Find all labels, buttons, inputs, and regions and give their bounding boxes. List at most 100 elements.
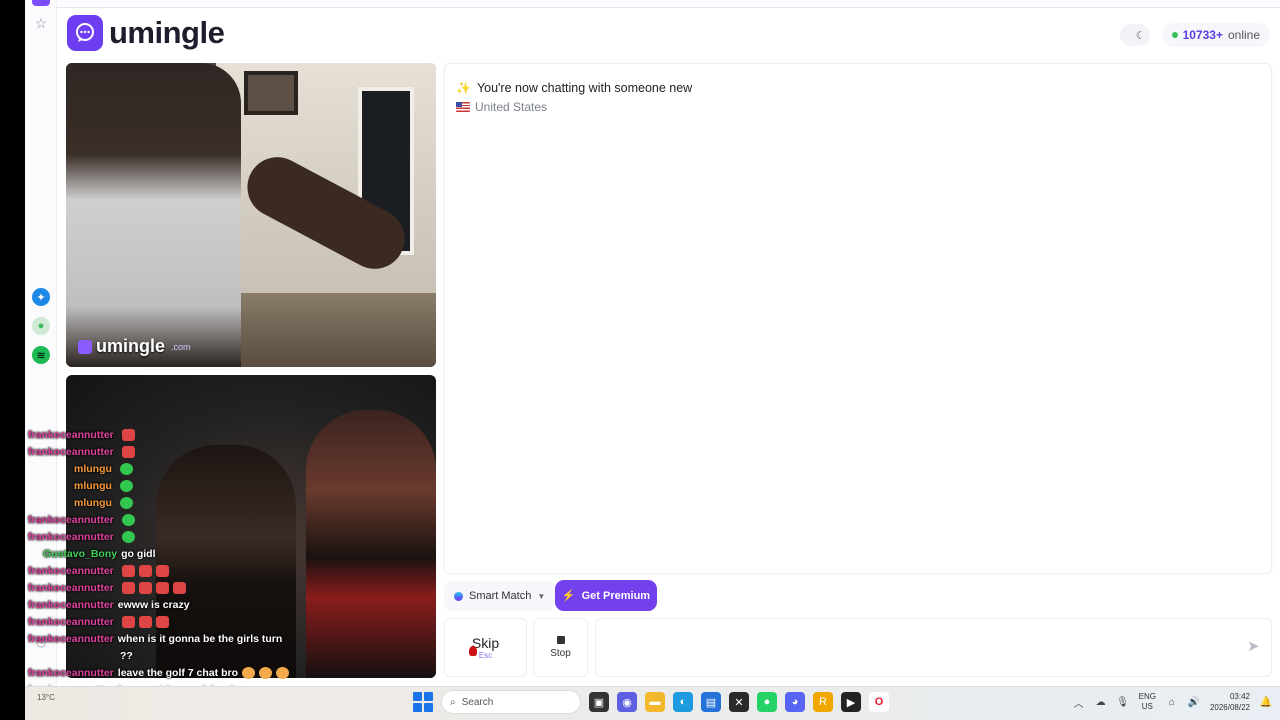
stream-chat-message: go gidl (121, 547, 156, 560)
stranger-video: umingle .com (66, 63, 436, 367)
language-indicator[interactable]: ENG US (1139, 692, 1156, 712)
messenger-icon[interactable]: ✦ (32, 288, 50, 306)
microphone-icon[interactable]: 🎙 (1116, 696, 1129, 708)
clock-date: 2026/08/22 (1209, 703, 1250, 712)
stream-chat-username: frankoceannutter (28, 445, 114, 458)
skip-button[interactable]: Skip Esc (444, 618, 527, 677)
stream-chat-username: frankoceannutter (28, 598, 114, 611)
stream-chat-line: frankoceannutter leave the golf 7 chat br… (28, 664, 328, 681)
stream-chat-username: mlungu (74, 479, 112, 492)
file-explorer-icon[interactable]: ▬ (645, 692, 665, 712)
stream-chat-line: frankoceannutter (28, 426, 328, 443)
stream-chat-username: frankoceannutter (28, 564, 114, 577)
discord-icon[interactable]: ◕ (785, 692, 805, 712)
teams-icon[interactable]: ◉ (617, 692, 637, 712)
stream-chat-line: frankoceannutter (28, 562, 328, 579)
screen: ☆ ✦ ● ≋ ◷ umingle ☾ 10733+ online umingl… (0, 0, 1280, 720)
person (66, 63, 241, 367)
sparkle-icon: ✨ (456, 81, 471, 95)
country-name: United States (475, 100, 548, 114)
emote-icon (121, 445, 135, 458)
header-right: ☾ 10733+ online (1119, 23, 1270, 47)
spotify-icon[interactable]: ≋ (32, 346, 50, 364)
volume-icon[interactable]: 🔊 (1188, 696, 1200, 708)
stream-chat-line: frankoceannutter (28, 443, 328, 460)
weather-widget[interactable]: 13°C (37, 693, 55, 702)
online-dot-icon (1171, 32, 1178, 38)
cloud-icon[interactable]: ☁ (1095, 696, 1107, 708)
chat-panel: ✨ You're now chatting with someone new U… (444, 63, 1272, 574)
taskbar-search[interactable]: ⌕ Search (441, 690, 581, 714)
stop-button[interactable]: Stop (533, 618, 588, 677)
stream-chat-message: leave the golf 7 chat bro (117, 666, 238, 679)
stream-chat-username: mlungu (74, 462, 112, 475)
notification-bell-icon[interactable]: 🔔 (1260, 696, 1272, 708)
stream-chat-line: frankoceannutter (28, 579, 328, 596)
stream-chat-message: ?? (120, 649, 133, 662)
emote-icon (121, 581, 135, 594)
capcut-icon[interactable]: ✕ (729, 692, 749, 712)
emote-icon (121, 564, 135, 577)
emote-icon (121, 615, 135, 628)
stream-chat-username: frankoceannutter (28, 632, 114, 645)
stream-chat-username: frankoceannutter (28, 530, 114, 543)
moon-icon: ☾ (1135, 29, 1146, 42)
store-icon[interactable]: ▤ (701, 692, 721, 712)
message-input[interactable] (595, 618, 1272, 677)
watermark-text: umingle (96, 336, 166, 356)
media-player-icon[interactable]: ▶ (841, 692, 861, 712)
stream-chat-username: frankoceannutter (28, 581, 114, 594)
emote-icon (119, 479, 133, 492)
emote-icon (241, 666, 255, 679)
network-icon[interactable]: ⌂ (1166, 696, 1178, 708)
stream-chat-line: mlungu (28, 460, 328, 477)
site-logo[interactable]: umingle (67, 15, 225, 51)
system-tray: ︿ ☁ 🎙 ENG US ⌂ 🔊 03:42 2026/08/22 🔔 (1073, 691, 1273, 713)
get-premium-button[interactable]: ⚡ Get Premium (555, 580, 657, 611)
mouse-cursor-icon (469, 646, 477, 656)
stream-chat-username: frankoceannutter (28, 428, 114, 441)
stream-chat-username: Gustavo_Bony (43, 547, 118, 560)
whatsapp-icon[interactable]: ● (32, 317, 50, 335)
emote-icon (119, 496, 133, 509)
stream-chat-username: frankoceannutter (28, 615, 114, 628)
chevron-up-icon[interactable]: ︿ (1073, 696, 1085, 710)
star-icon[interactable]: ☆ (32, 14, 50, 32)
rockstar-icon[interactable]: R (813, 692, 833, 712)
windows-taskbar: 13°C ⌕ Search ▣ ◉ ▬ ◐ ▤ ✕ ● ◕ R ▶ O ︿ ☁ … (25, 686, 1280, 720)
chat-bubble-icon (67, 15, 103, 51)
stream-chat-message: ewww is crazy (117, 598, 190, 611)
stream-chat-overlay: frankoceannutter frankoceannutter mlungu ml… (28, 426, 328, 715)
us-flag-icon (456, 102, 470, 112)
emote-icon (155, 615, 169, 628)
stream-chat-line: frankoceannutter when is it gonna be the … (28, 630, 328, 647)
stream-chat-username: frankoceannutter (28, 666, 114, 679)
search-icon: ⌕ (450, 696, 456, 708)
logo-text: umingle (109, 15, 225, 50)
stream-chat-line: frankoceannutter ewww is crazy (28, 596, 328, 613)
edge-icon[interactable]: ◐ (673, 692, 693, 712)
watermark-suffix: .com (171, 341, 191, 352)
opera-icon[interactable]: O (869, 692, 889, 712)
emote-icon (275, 666, 289, 679)
stream-chat-line: mlungu (28, 494, 328, 511)
stream-chat-line: Gustavo_Bony go gidl (28, 545, 328, 562)
smart-match-dropdown[interactable]: Smart Match ▼ (444, 581, 556, 611)
windows-start-icon[interactable] (413, 692, 433, 712)
stream-chat-line: mlungu (28, 477, 328, 494)
theme-toggle[interactable]: ☾ (1119, 24, 1150, 46)
emote-icon (121, 428, 135, 441)
emote-icon (121, 513, 135, 526)
browser-menu-icon[interactable] (32, 0, 50, 6)
bolt-icon: ⚡ (561, 590, 576, 602)
stop-label: Stop (550, 648, 571, 659)
task-view-icon[interactable]: ▣ (589, 692, 609, 712)
video-watermark: umingle .com (78, 336, 191, 357)
emote-icon (155, 581, 169, 594)
clock[interactable]: 03:42 2026/08/22 (1210, 691, 1250, 713)
emote-icon (258, 666, 272, 679)
send-icon[interactable]: ➤ (1247, 639, 1263, 654)
emote-icon (138, 615, 152, 628)
whatsapp-taskbar-icon[interactable]: ● (757, 692, 777, 712)
smart-match-icon (454, 591, 463, 601)
